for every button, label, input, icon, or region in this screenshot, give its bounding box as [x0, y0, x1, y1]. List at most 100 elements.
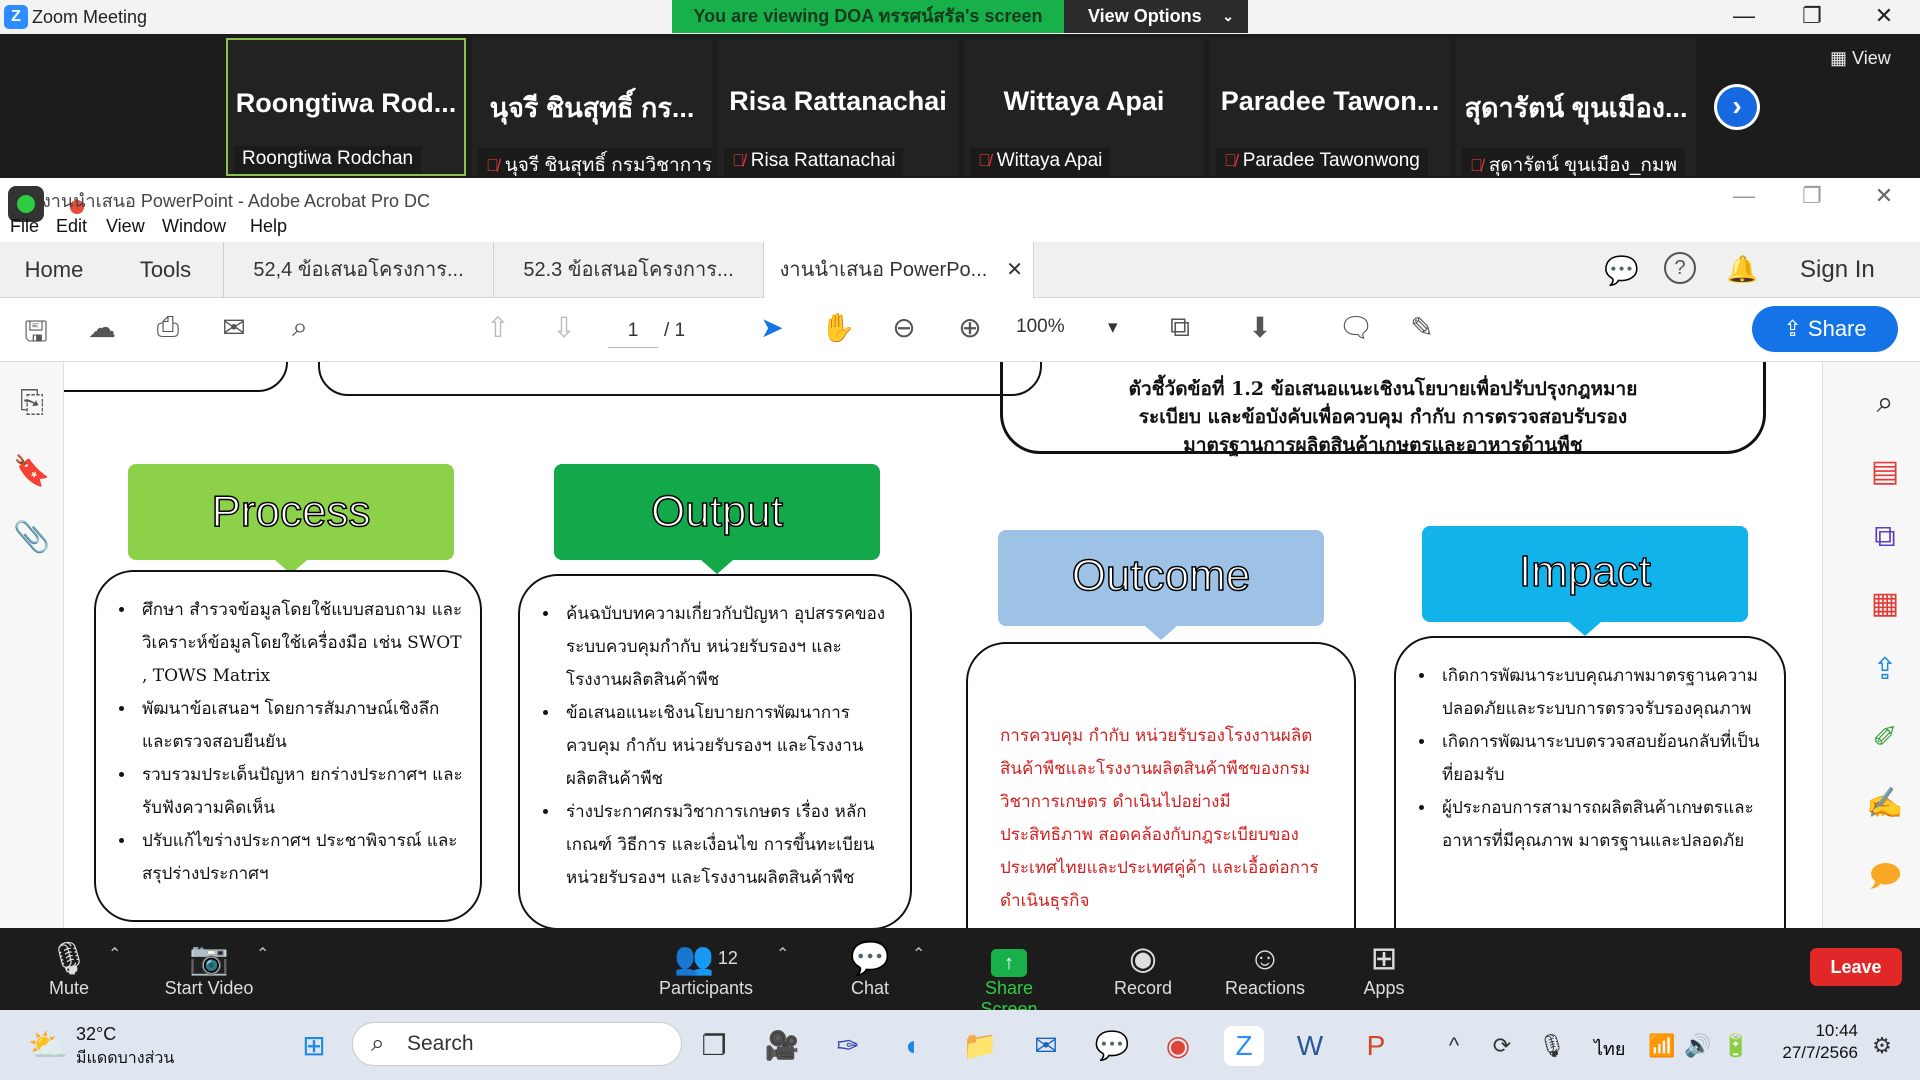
output-item: ค้นฉบับบทความเกี่ยวกับปัญหา อุปสรรคของระ…: [560, 598, 894, 697]
participant-tile[interactable]: Risa Rattanachai 🎙̸ Risa Rattanachai: [718, 38, 958, 176]
tab-document-active[interactable]: งานนำเสนอ PowerPo... ✕: [764, 242, 1034, 298]
edge-browser-icon[interactable]: ◐: [894, 1026, 934, 1066]
mic-muted-icon: 🎙̸: [1470, 156, 1483, 175]
language-indicator[interactable]: ไทย: [1594, 1034, 1625, 1063]
participant-tile[interactable]: สุดารัตน์ ขุนเมือง... 🎙̸ สุดารัตน์ ขุนเมื…: [1456, 38, 1696, 176]
help-icon[interactable]: ?: [1664, 252, 1696, 284]
view-options-button[interactable]: View Options ⌄: [1064, 0, 1248, 33]
menu-file[interactable]: File: [10, 216, 39, 237]
settings-gear-icon[interactable]: ⚙: [1862, 1026, 1902, 1066]
comment-icon[interactable]: 🗨: [1336, 311, 1376, 344]
share-screen-button[interactable]: ↑ Share Screen: [954, 938, 1064, 1020]
sign-in-link[interactable]: Sign In: [1800, 256, 1875, 284]
taskbar-search[interactable]: ⌕ Search: [352, 1022, 682, 1066]
bell-icon[interactable]: 🔔: [1726, 254, 1758, 285]
upload-cloud-icon[interactable]: ☁: [82, 311, 122, 344]
file-explorer-icon[interactable]: 📁: [960, 1026, 1000, 1066]
participant-name: Wittaya Apai: [996, 150, 1103, 171]
powerpoint-app-icon[interactable]: P: [1356, 1026, 1396, 1066]
zoom-search-icon[interactable]: ⌕: [1865, 386, 1905, 420]
battery-icon[interactable]: 🔋: [1716, 1026, 1756, 1066]
word-app-icon[interactable]: W: [1290, 1026, 1330, 1066]
organize-pages-icon[interactable]: ▦: [1865, 586, 1905, 621]
sync-icon[interactable]: ⟳: [1482, 1026, 1522, 1066]
task-view-icon[interactable]: ❐: [694, 1026, 734, 1066]
leave-button[interactable]: Leave: [1810, 948, 1902, 986]
fill-sign-icon[interactable]: ✍: [1865, 786, 1905, 821]
highlight-pen-icon[interactable]: ✎: [1402, 311, 1442, 344]
system-clock[interactable]: 10:44 27/7/2566: [1770, 1020, 1858, 1064]
tab-bar: Home Tools 52,4 ข้อเสนอโครงการ... 52.3 ข…: [0, 242, 1920, 298]
chevron-up-icon[interactable]: ⌃: [912, 944, 925, 964]
microphone-icon[interactable]: 🎙: [1532, 1026, 1572, 1066]
wifi-icon[interactable]: 📶: [1642, 1026, 1682, 1066]
participants-button[interactable]: 👥 12 Participants: [654, 938, 758, 999]
gallery-next-button[interactable]: ›: [1714, 84, 1760, 130]
export-pdf-icon[interactable]: ⇪: [1865, 652, 1905, 687]
mail-icon[interactable]: ✉: [214, 311, 254, 344]
zoom-level-select[interactable]: 100% ▾: [1016, 316, 1118, 338]
menu-help[interactable]: Help: [250, 216, 287, 237]
select-cursor-icon[interactable]: ➤: [752, 311, 792, 344]
pen-app-icon[interactable]: ✑: [828, 1026, 868, 1066]
menu-edit[interactable]: Edit: [56, 216, 87, 237]
edit-pdf-icon[interactable]: ✐: [1865, 720, 1905, 755]
combine-files-icon[interactable]: ⧉: [1865, 520, 1905, 554]
participant-name: Roongtiwa Rodchan: [234, 146, 422, 174]
close-tab-icon[interactable]: ✕: [1006, 242, 1023, 298]
apps-button[interactable]: ⊞ Apps: [1356, 938, 1412, 999]
reactions-button[interactable]: ☺ Reactions: [1220, 938, 1310, 999]
zoom-app-icon[interactable]: Z: [1224, 1026, 1264, 1066]
save-icon[interactable]: 🖫: [16, 311, 56, 359]
zoom-in-icon[interactable]: ⊕: [950, 311, 990, 344]
participant-tile[interactable]: Paradee Tawon... 🎙̸ Paradee Tawonwong: [1210, 38, 1450, 176]
chat-button[interactable]: 💬 Chat: [840, 938, 900, 999]
hand-tool-icon[interactable]: ✋: [818, 311, 858, 344]
close-icon[interactable]: ✕: [1856, 0, 1912, 34]
page-layout-icon[interactable]: ⧉: [1160, 311, 1200, 344]
attachment-icon[interactable]: 📎: [12, 520, 52, 555]
teams-chat-icon[interactable]: 🎥: [762, 1026, 802, 1066]
mail-app-icon[interactable]: ✉: [1026, 1026, 1066, 1066]
comment-icon[interactable]: 🗩: [1865, 854, 1905, 905]
participant-tile[interactable]: Roongtiwa Rod... Roongtiwa Rodchan: [226, 38, 466, 176]
chevron-up-icon[interactable]: ⌃: [256, 944, 269, 964]
tab-home[interactable]: Home: [0, 242, 108, 298]
menu-window[interactable]: Window: [162, 216, 226, 237]
scroll-mode-icon[interactable]: ⬇: [1240, 311, 1280, 344]
volume-icon[interactable]: 🔊: [1678, 1026, 1718, 1066]
bookmark-icon[interactable]: 🔖: [12, 454, 52, 489]
participant-tile[interactable]: นุจรี ชินสุทธิ์ กร... 🎙̸ นุจรี ชินสุทธิ์ …: [472, 38, 712, 176]
participant-label: 🎙̸ สุดารัตน์ ขุนเมือง_กมพ: [1462, 148, 1685, 176]
start-video-button[interactable]: 📷 Start Video: [156, 938, 262, 999]
tab-document[interactable]: 52,4 ข้อเสนอโครงการ...: [224, 242, 494, 298]
page-number-input[interactable]: 1: [608, 314, 658, 348]
create-pdf-icon[interactable]: ▤: [1865, 454, 1905, 489]
print-icon[interactable]: ⎙: [148, 311, 188, 344]
record-button[interactable]: ◉ Record: [1108, 938, 1178, 999]
participant-name: Paradee Tawonwong: [1242, 150, 1420, 171]
line-app-icon[interactable]: 💬: [1092, 1026, 1132, 1066]
mute-button[interactable]: 🎙 Mute: [36, 938, 102, 999]
zoom-window-title: Zoom Meeting: [32, 7, 148, 27]
zoom-out-icon[interactable]: ⊖: [884, 311, 924, 344]
previous-page-icon[interactable]: ⇧: [478, 311, 518, 344]
restore-icon[interactable]: ❐: [1784, 0, 1840, 34]
chevron-up-icon[interactable]: ⌃: [776, 944, 789, 964]
tab-document[interactable]: 52.3 ข้อเสนอโครงการ...: [494, 242, 764, 298]
view-button[interactable]: ▦ View: [1830, 48, 1891, 69]
chevron-up-icon[interactable]: ^: [1434, 1026, 1474, 1066]
share-button[interactable]: ⇪ Share: [1752, 306, 1898, 352]
pages-icon[interactable]: ⎘: [12, 386, 52, 420]
chrome-browser-icon[interactable]: ◉: [1158, 1026, 1198, 1066]
chat-bubble-icon[interactable]: 💬: [1604, 254, 1639, 287]
menu-view[interactable]: View: [106, 216, 145, 237]
windows-start-icon[interactable]: ⊞: [294, 1026, 334, 1066]
tab-tools[interactable]: Tools: [108, 242, 224, 298]
participant-tile[interactable]: Wittaya Apai 🎙̸ Wittaya Apai: [964, 38, 1204, 176]
view-label: View: [1852, 48, 1891, 68]
chevron-up-icon[interactable]: ⌃: [108, 944, 121, 964]
minimize-icon[interactable]: —: [1716, 0, 1772, 34]
search-icon[interactable]: ⌕: [280, 311, 320, 344]
next-page-icon[interactable]: ⇩: [544, 311, 584, 344]
